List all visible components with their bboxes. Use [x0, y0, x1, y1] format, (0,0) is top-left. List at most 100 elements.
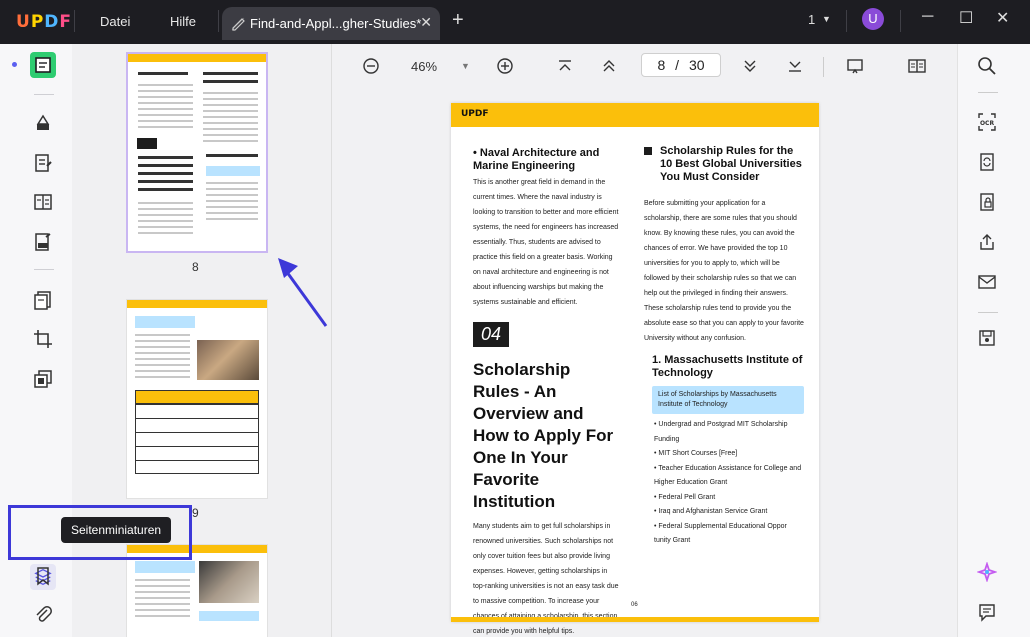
presentation-icon[interactable] — [845, 56, 865, 76]
list-item: • Iraq and Afghanistan Service Grant — [654, 508, 768, 515]
form-icon[interactable] — [30, 189, 56, 215]
close-window-icon[interactable]: ✕ — [996, 8, 1009, 28]
thumbnail-page-number: 9 — [192, 506, 199, 520]
comment-highlighter-icon[interactable] — [30, 110, 56, 136]
zoom-out-icon[interactable] — [361, 56, 381, 76]
list-item: • Federal Pell Grant — [654, 493, 716, 501]
close-tab-icon[interactable]: ✕ — [420, 14, 432, 31]
menu-datei[interactable]: Datei — [100, 14, 130, 29]
thumb-line — [206, 182, 258, 184]
zoom-level[interactable]: 46% — [411, 59, 437, 74]
layers-pages-icon[interactable] — [30, 366, 56, 392]
thumb-line — [138, 108, 193, 110]
chevron-down-icon[interactable]: ▼ — [461, 61, 470, 71]
chevron-down-icon[interactable]: ▼ — [822, 14, 831, 24]
bookmark-icon[interactable] — [30, 563, 56, 589]
thumb-line — [138, 120, 193, 122]
crop-icon[interactable] — [30, 326, 56, 352]
scholarship-list: • Undergrad and Postgrad MIT Scholarship… — [644, 418, 804, 549]
document-page: UPDF • Naval Architecture and Marine Eng… — [451, 103, 819, 635]
email-icon[interactable] — [977, 272, 997, 292]
document-tab[interactable]: Find-and-Appl...gher-Studies* ✕ — [222, 7, 440, 40]
tab-title: Find-and-Appl...gher-Studies* — [250, 16, 422, 31]
tooltip: Seitenminiaturen — [61, 517, 172, 543]
sign-icon[interactable] — [30, 229, 56, 255]
thumb-line — [138, 102, 193, 104]
list-item: • MIT Short Courses [Free] — [654, 450, 738, 457]
next-page-icon[interactable] — [740, 56, 760, 76]
divider — [74, 10, 75, 32]
thumb-photo — [197, 340, 259, 380]
share-icon[interactable] — [977, 232, 997, 252]
protect-icon[interactable] — [977, 192, 997, 212]
search-icon[interactable] — [977, 56, 997, 76]
thumb-line — [138, 156, 193, 159]
thumb-line — [203, 98, 258, 100]
thumb-line — [138, 202, 193, 204]
maximize-icon[interactable]: ☐ — [959, 8, 973, 28]
total-pages: 30 — [688, 57, 705, 73]
first-page-icon[interactable] — [555, 56, 575, 76]
thumb-line — [135, 364, 190, 366]
thumb-line — [206, 218, 258, 220]
list-item: • Undergrad and Postgrad MIT Scholarship… — [654, 421, 788, 443]
thumb-line — [206, 206, 258, 208]
ai-assistant-icon[interactable] — [977, 562, 997, 582]
thumb-line — [206, 194, 258, 196]
thumb-line — [138, 172, 193, 175]
attachment-icon[interactable] — [30, 601, 56, 627]
thumb-line — [138, 96, 193, 98]
left-heading: • Naval Architecture and Marine Engineer… — [473, 147, 600, 172]
comment-panel-icon[interactable] — [977, 602, 997, 622]
organize-pages-icon[interactable] — [30, 287, 56, 313]
thumb-table-header — [135, 390, 259, 404]
thumb-line — [138, 114, 193, 116]
thumb-line — [203, 104, 258, 106]
page-separator: / — [675, 57, 680, 73]
zoom-in-icon[interactable] — [495, 56, 515, 76]
minimize-icon[interactable]: ─ — [922, 8, 933, 26]
page-indicator[interactable]: 8 / 30 — [641, 53, 721, 77]
thumbnail-page-8[interactable] — [126, 52, 268, 253]
window-count: 1 — [808, 12, 816, 27]
thumbnail-page-9[interactable] — [126, 299, 268, 499]
right-body: Before submitting your application for a… — [644, 200, 804, 342]
active-indicator — [12, 62, 17, 67]
mit-heading: 1. Massachusetts Institute of Technology — [652, 354, 803, 379]
edit-pdf-icon[interactable] — [30, 150, 56, 176]
convert-icon[interactable] — [977, 152, 997, 172]
divider — [34, 269, 54, 270]
divider — [846, 10, 847, 32]
divider — [900, 10, 901, 32]
thumb-line — [203, 140, 258, 142]
new-tab-icon[interactable]: + — [452, 9, 464, 32]
previous-page-icon[interactable] — [599, 56, 619, 76]
avatar[interactable]: U — [862, 8, 884, 30]
ocr-icon[interactable]: OCR — [977, 112, 997, 132]
current-page-input[interactable]: 8 — [657, 57, 665, 73]
page-display-mode-icon[interactable] — [907, 56, 927, 76]
edit-pencil-icon — [231, 17, 245, 31]
scholarship-list-highlight: List of Scholarships by Massachusetts In… — [652, 386, 804, 414]
thumb-line — [138, 164, 193, 167]
save-icon[interactable] — [977, 328, 997, 348]
page-footer-bar — [451, 617, 819, 622]
list-item: • Teacher Education Assistance for Colle… — [654, 464, 802, 487]
thumb-photo — [199, 561, 259, 603]
last-page-icon[interactable] — [785, 56, 805, 76]
thumb-line — [138, 220, 193, 222]
thumb-line — [203, 134, 258, 136]
svg-text:OCR: OCR — [980, 120, 995, 127]
thumb-line — [206, 200, 258, 202]
thumb-line — [138, 72, 188, 75]
annotation-arrow — [278, 258, 328, 327]
menu-hilfe[interactable]: Hilfe — [170, 14, 196, 29]
thumb-header-bar — [127, 300, 267, 308]
thumb-line — [135, 376, 190, 378]
thumb-line — [135, 370, 190, 372]
thumb-header-bar — [128, 54, 266, 62]
thumb-line — [135, 597, 190, 599]
viewer-toolbar: 46% ▼ 8 / 30 — [333, 44, 957, 90]
page-header-bar: UPDF — [451, 103, 819, 127]
reader-mode-icon[interactable] — [30, 52, 56, 78]
